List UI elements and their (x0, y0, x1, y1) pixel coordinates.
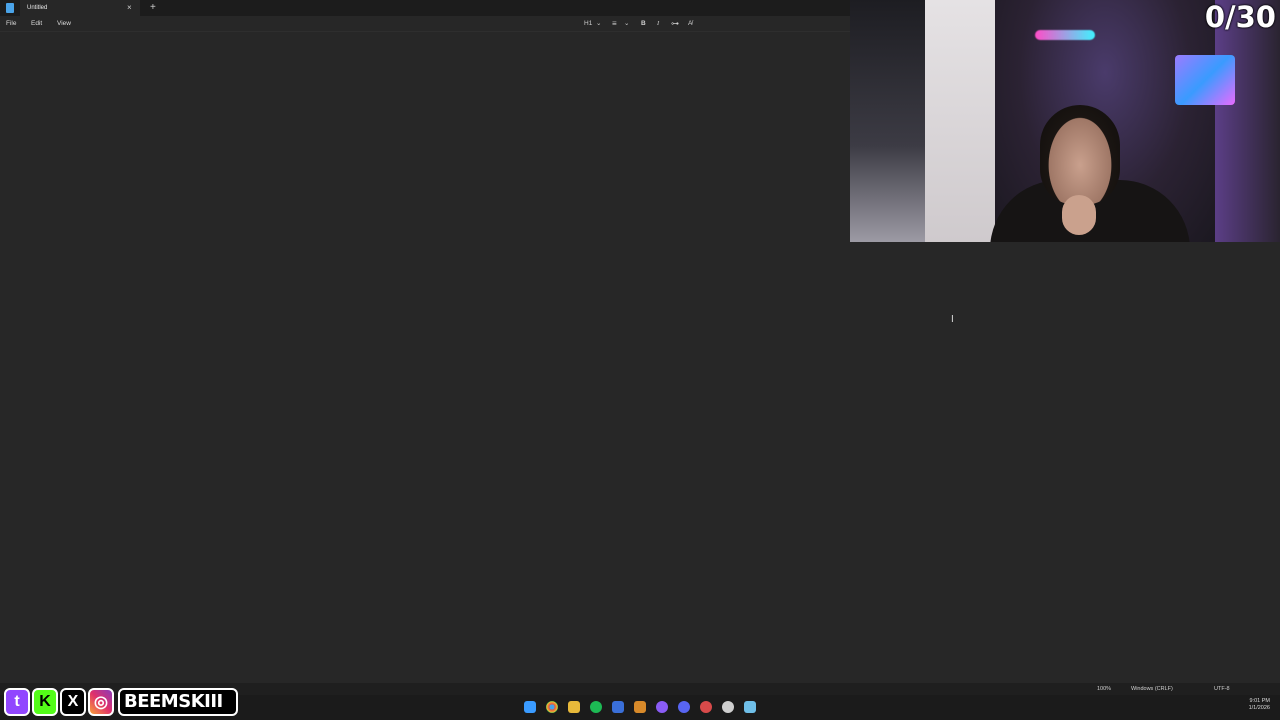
chrome-icon[interactable] (546, 701, 558, 713)
notepad-icon[interactable] (744, 701, 756, 713)
clear-formatting-icon[interactable]: A̸ (688, 16, 692, 32)
twitch-icon: t (4, 688, 30, 716)
webcam-person-hand (1062, 195, 1096, 235)
clock-date: 1/1/2026 (1248, 705, 1270, 711)
bold-button[interactable]: B (641, 16, 646, 32)
menu-bar: File Edit View (0, 16, 850, 32)
streamer-handle: BEEMSKIII (118, 688, 238, 716)
start-icon[interactable] (524, 701, 536, 713)
webcam-door (925, 0, 995, 242)
app-icon[interactable] (722, 701, 734, 713)
spotify-icon[interactable] (590, 701, 602, 713)
menu-edit[interactable]: Edit (31, 16, 42, 32)
chevron-down-icon[interactable]: ⌄ (624, 16, 629, 32)
clock-time: 9:01 PM (1249, 698, 1270, 704)
app-icon[interactable] (700, 701, 712, 713)
taskbar-clock[interactable]: 9:01 PM 1/1/2026 (1249, 698, 1270, 712)
x-icon: X (60, 688, 86, 716)
list-icon[interactable]: ≡ (612, 16, 617, 32)
zoom-level[interactable]: 100% (1097, 683, 1111, 695)
app-icon[interactable] (612, 701, 624, 713)
chevron-down-icon[interactable]: ⌄ (596, 16, 601, 32)
instagram-icon: ◎ (88, 688, 114, 716)
menu-view[interactable]: View (57, 16, 71, 32)
heading-dropdown[interactable]: H1 (584, 16, 592, 32)
kick-icon: K (32, 688, 58, 716)
discord-icon[interactable] (678, 701, 690, 713)
file-explorer-icon[interactable] (568, 701, 580, 713)
italic-button[interactable]: I (657, 16, 659, 32)
new-tab-icon[interactable]: + (150, 0, 156, 16)
tab-title: Untitled (27, 5, 48, 11)
notepad-app-icon (6, 3, 14, 13)
link-icon[interactable]: ⊶ (671, 16, 679, 32)
webcam-overlay: 0/30 (850, 0, 1280, 242)
webcam-monitor (1175, 55, 1235, 105)
progress-counter: 0/30 (1204, 0, 1276, 34)
webcam-neon-light (1035, 30, 1095, 40)
app-icon[interactable] (634, 701, 646, 713)
webcam-person-head (1040, 105, 1120, 205)
app-icon[interactable] (656, 701, 668, 713)
tab-close-icon[interactable]: × (127, 0, 132, 16)
line-ending-indicator[interactable]: Windows (CRLF) (1131, 683, 1173, 695)
encoding-indicator[interactable]: UTF-8 (1214, 683, 1230, 695)
menu-file[interactable]: File (6, 16, 16, 32)
tab-untitled[interactable]: Untitled (20, 0, 140, 16)
text-cursor-icon: I (951, 314, 954, 325)
